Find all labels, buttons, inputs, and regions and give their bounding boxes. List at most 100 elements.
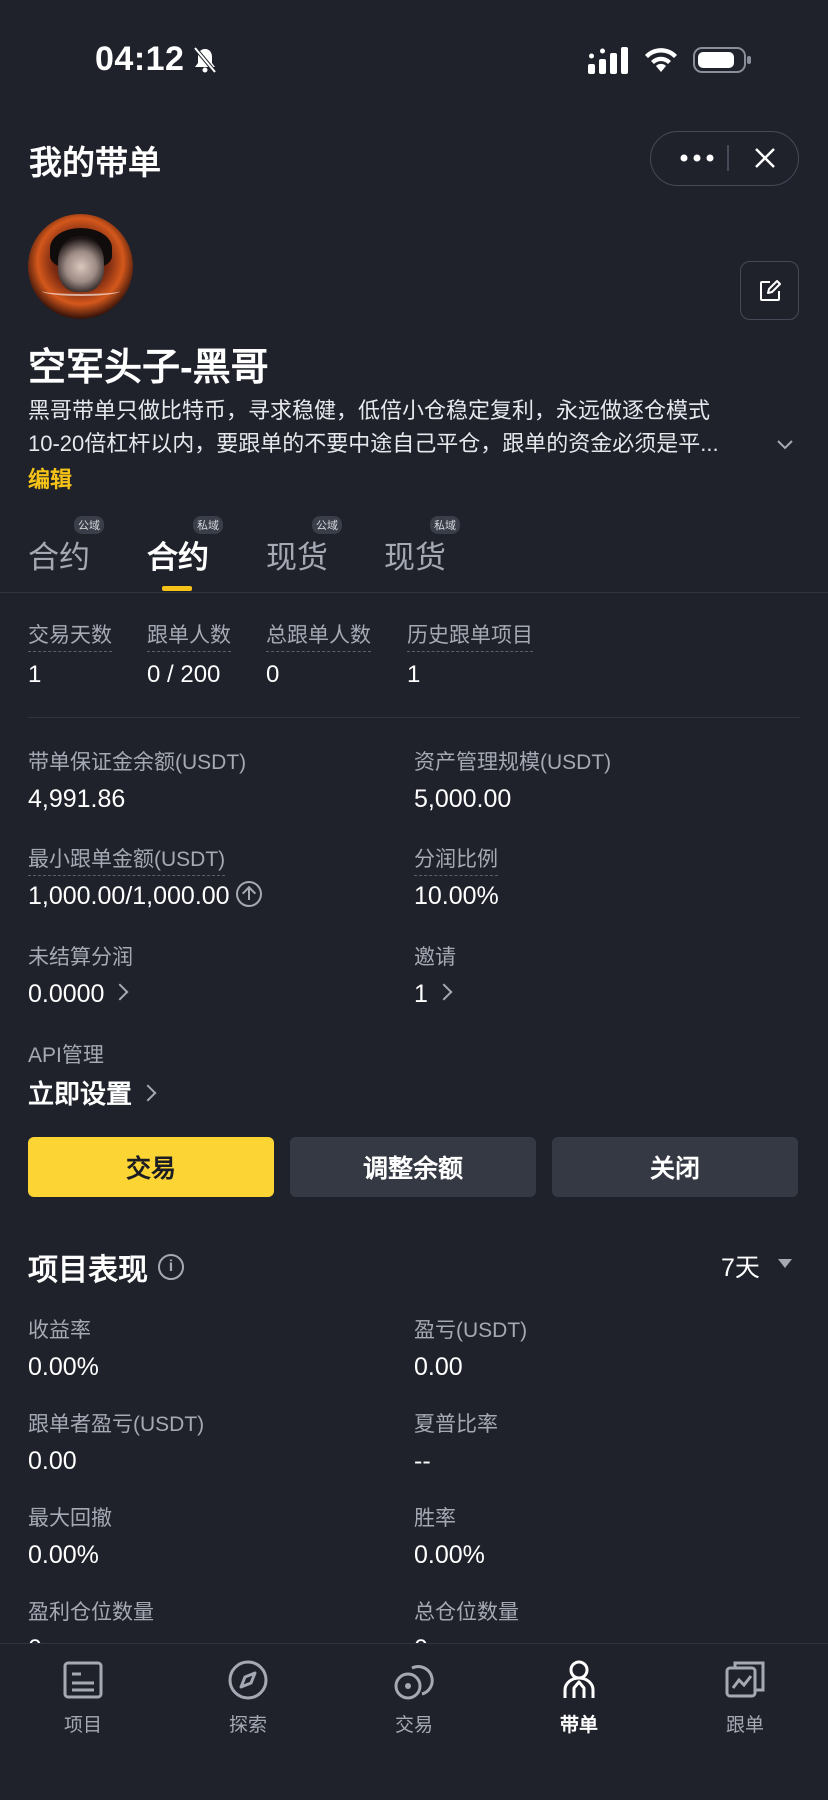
nav-item-lead[interactable]: 带单 <box>519 1658 639 1758</box>
wifi-icon <box>645 48 677 72</box>
profitable-positions-label: 盈利仓位数量 <box>28 1601 154 1624</box>
period-selector[interactable]: 7天 <box>721 1248 760 1284</box>
arrow-up-circle-icon[interactable] <box>235 881 262 908</box>
chevron-right-icon <box>139 1084 157 1102</box>
lead-icon <box>563 1660 595 1698</box>
info-icon[interactable]: i <box>158 1254 184 1280</box>
roi-label: 收益率 <box>28 1319 91 1342</box>
avatar[interactable] <box>28 214 133 319</box>
stat-followers-label[interactable]: 跟单人数 <box>147 619 231 652</box>
signal-icon <box>588 47 628 74</box>
win-rate-label: 胜率 <box>414 1507 456 1530</box>
tab-futures-public[interactable]: 合约 公域 <box>28 516 104 577</box>
sharpe-ratio-label: 夏普比率 <box>414 1413 498 1436</box>
trade-button[interactable]: 交易 <box>28 1137 274 1197</box>
margin-balance-label: 带单保证金余额(USDT) <box>28 751 247 774</box>
tab-spot-public[interactable]: 现货 公域 <box>266 516 342 577</box>
tab-futures-private[interactable]: 合约 私域 <box>147 516 223 577</box>
stat-trading-days-value: 1 <box>28 661 42 688</box>
nav-item-trade[interactable]: 交易 <box>354 1658 474 1758</box>
pnl-label: 盈亏(USDT) <box>414 1319 528 1342</box>
tab-spot-private[interactable]: 现货 私域 <box>384 516 460 577</box>
project-icon <box>63 1661 103 1699</box>
mini-program-capsule <box>650 131 799 186</box>
chevron-right-icon <box>435 983 453 1001</box>
nav-item-project[interactable]: 项目 <box>23 1658 143 1758</box>
stat-history-projects-value: 1 <box>407 661 421 688</box>
trader-description: 黑哥带单只做比特币，寻求稳健，低倍小仓稳定复利，永远做逐仓模式 10-20倍杠杆… <box>28 394 748 460</box>
max-drawdown-label: 最大回撤 <box>28 1507 112 1530</box>
nav-label: 项目 <box>63 1715 102 1736</box>
close-project-button[interactable]: 关闭 <box>552 1137 798 1197</box>
aum-label: 资产管理规模(USDT) <box>414 751 612 774</box>
min-copy-amount-row: 1,000.00/1,000.00 <box>28 881 262 911</box>
min-copy-amount-label[interactable]: 最小跟单金额(USDT) <box>28 843 226 876</box>
tab-tag: 公域 <box>312 516 342 534</box>
invite-row[interactable]: 1 <box>414 980 453 1009</box>
total-positions-label: 总仓位数量 <box>414 1601 519 1624</box>
performance-title: 项目表现 <box>28 1254 148 1287</box>
capsule-divider <box>727 145 729 171</box>
stat-trading-days-label[interactable]: 交易天数 <box>28 619 112 652</box>
profit-share-value: 10.00% <box>414 882 499 910</box>
unsettled-profit-label: 未结算分润 <box>28 946 133 969</box>
edit-profile-button[interactable] <box>740 261 799 320</box>
stat-total-followers-label[interactable]: 总跟单人数 <box>266 619 371 652</box>
api-setup-link[interactable]: 立即设置 <box>28 1074 157 1111</box>
aum-value: 5,000.00 <box>414 785 512 813</box>
trader-name: 空军头子-黑哥 <box>28 347 269 389</box>
pnl-value: 0.00 <box>414 1353 463 1381</box>
nav-label: 带单 <box>559 1715 598 1736</box>
close-button[interactable] <box>739 132 791 184</box>
stat-history-projects-label[interactable]: 历史跟单项目 <box>407 619 533 652</box>
divider <box>28 717 800 718</box>
invite-value: 1 <box>414 980 428 1008</box>
description-line-1: 黑哥带单只做比特币，寻求稳健，低倍小仓稳定复利，永远做逐仓模式 <box>28 398 711 423</box>
bell-muted-icon <box>193 46 217 74</box>
more-button[interactable] <box>669 132 725 184</box>
tab-tag: 公域 <box>74 516 104 534</box>
copy-icon <box>725 1661 765 1698</box>
api-management-label: API管理 <box>28 1044 104 1067</box>
tab-label: 现货 <box>266 540 328 575</box>
margin-balance-value: 4,991.86 <box>28 785 126 813</box>
nav-label: 探索 <box>228 1715 267 1736</box>
chevron-down-icon[interactable] <box>774 434 796 456</box>
active-tab-indicator <box>162 586 192 591</box>
battery-icon <box>693 47 751 73</box>
description-line-2: 10-20倍杠杆以内，要跟单的不要中途自己平仓，跟单的资金必须是平... <box>28 431 719 456</box>
unsettled-profit-value: 0.0000 <box>28 980 105 1008</box>
stat-total-followers-value: 0 <box>266 661 280 688</box>
tab-tag: 私域 <box>193 516 223 534</box>
invite-label: 邀请 <box>414 946 456 969</box>
win-rate-value: 0.00% <box>414 1541 485 1569</box>
tab-label: 合约 <box>147 540 209 575</box>
tab-bar: 合约 公域 合约 私域 现货 公域 现货 私域 <box>0 510 828 593</box>
api-setup-label: 立即设置 <box>28 1079 133 1109</box>
trade-icon <box>394 1665 434 1700</box>
more-dots-icon <box>680 154 714 162</box>
compass-icon <box>228 1660 268 1700</box>
bottom-navigation: 项目 探索 交易 带单 跟单 <box>0 1643 828 1800</box>
adjust-balance-button[interactable]: 调整余额 <box>290 1137 536 1197</box>
status-time: 04:12 <box>95 40 185 78</box>
tab-label: 合约 <box>28 540 90 575</box>
max-drawdown-value: 0.00% <box>28 1541 99 1569</box>
page-title: 我的带单 <box>29 144 161 181</box>
sharpe-ratio-value: -- <box>414 1447 431 1475</box>
roi-value: 0.00% <box>28 1353 99 1381</box>
nav-label: 交易 <box>394 1715 433 1736</box>
profit-share-label[interactable]: 分润比例 <box>414 843 498 876</box>
nav-item-copy[interactable]: 跟单 <box>685 1658 805 1758</box>
unsettled-profit-row[interactable]: 0.0000 <box>28 980 129 1009</box>
min-copy-amount-value: 1,000.00/1,000.00 <box>28 882 230 910</box>
nav-item-explore[interactable]: 探索 <box>188 1658 308 1758</box>
tab-tag: 私域 <box>430 516 460 534</box>
edit-description-link[interactable]: 编辑 <box>28 462 72 494</box>
follower-pnl-value: 0.00 <box>28 1447 77 1475</box>
follower-pnl-label: 跟单者盈亏(USDT) <box>28 1413 205 1436</box>
status-bar: 04:12 <box>0 0 828 120</box>
edit-icon <box>759 279 781 301</box>
caret-down-icon[interactable] <box>778 1259 792 1268</box>
tab-label: 现货 <box>384 540 446 575</box>
